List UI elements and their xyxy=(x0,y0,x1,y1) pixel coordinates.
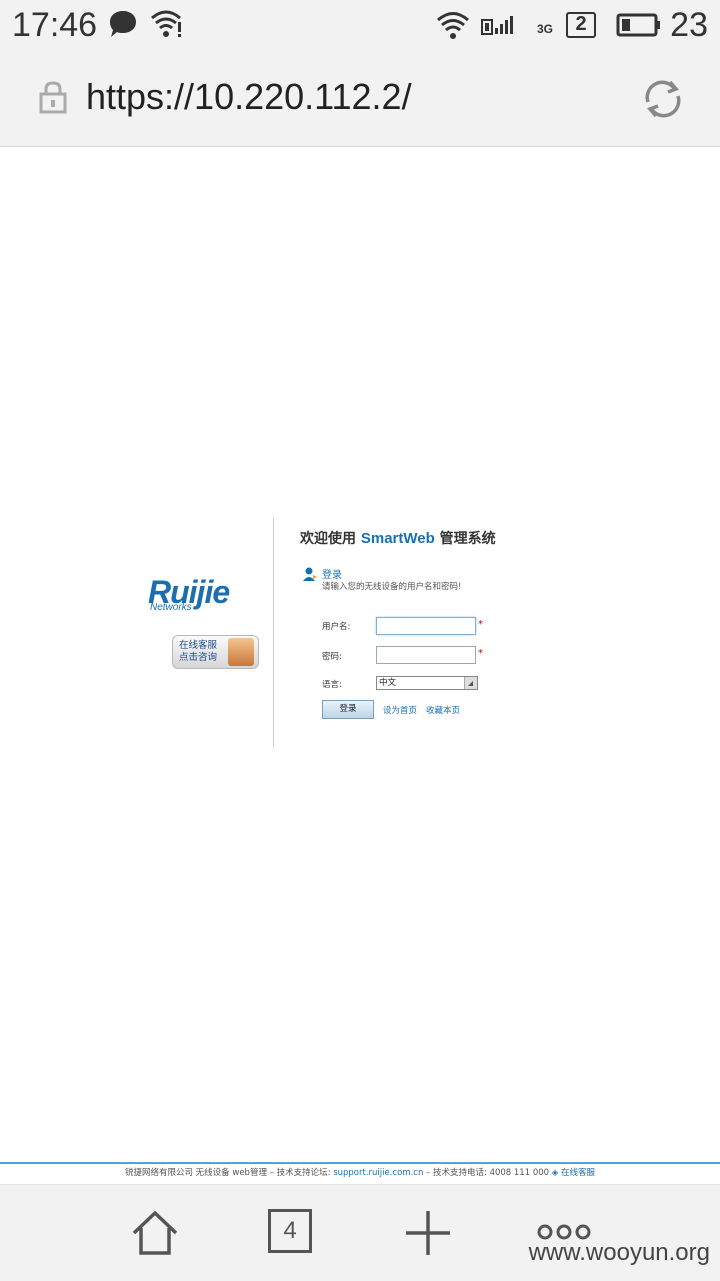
refresh-icon[interactable] xyxy=(640,76,686,122)
login-title: 登录 xyxy=(322,570,342,581)
network-type: 3G xyxy=(537,22,554,36)
new-tab-icon[interactable] xyxy=(404,1209,452,1257)
watermark: www.wooyun.org xyxy=(528,1239,710,1266)
online-service-label: 在线客服 点击咨询 xyxy=(179,640,217,664)
password-input[interactable] xyxy=(376,646,476,664)
logo-subtext: Networks xyxy=(150,602,192,613)
wifi-icon xyxy=(437,12,469,39)
page-title: 欢迎使用 SmartWeb 管理系统 xyxy=(300,528,496,548)
language-select[interactable]: 中文 xyxy=(376,676,478,690)
username-label: 用户名: xyxy=(322,622,351,632)
footer-online-service-link[interactable]: 在线客服 xyxy=(561,1168,595,1178)
status-time: 17:46 xyxy=(12,6,98,44)
title-brand: SmartWeb xyxy=(360,530,435,547)
username-input[interactable] xyxy=(376,617,476,635)
password-label: 密码: xyxy=(322,652,342,662)
sim-slot-number: 2 xyxy=(575,13,587,35)
service-avatar xyxy=(228,638,254,666)
user-icon xyxy=(303,567,317,581)
url-text[interactable]: https://10.220.112.2/ xyxy=(86,76,412,118)
service-line2: 点击咨询 xyxy=(179,652,218,663)
home-icon[interactable] xyxy=(130,1209,180,1257)
browser-bottom-nav: 4 www.wooyun.org xyxy=(0,1184,720,1281)
message-icon xyxy=(110,11,136,37)
page-footer: 锐捷网络有限公司 无线设备 web管理 – 技术支持论坛: support.ru… xyxy=(0,1166,720,1178)
status-bar: 17:46 3G 2 23 xyxy=(0,0,720,52)
footer-text: 锐捷网络有限公司 无线设备 web管理 – 技术支持论坛: xyxy=(124,1168,331,1178)
language-label: 语言: xyxy=(322,680,342,690)
service-line1: 在线客服 xyxy=(179,640,218,651)
language-selected-value: 中文 xyxy=(379,678,397,688)
ruijie-logo: Ruijie Networks xyxy=(148,574,263,618)
wifi-alert-icon xyxy=(151,10,181,37)
username-required-mark: * xyxy=(478,619,483,630)
address-bar[interactable]: https://10.220.112.2/ xyxy=(0,52,720,147)
dropdown-arrow-icon[interactable] xyxy=(464,677,477,689)
login-hint: 请输入您的无线设备的用户名和密码! xyxy=(322,582,462,592)
set-homepage-link[interactable]: 设为首页 xyxy=(383,704,417,716)
support-url-link[interactable]: support.ruijie.com.cn xyxy=(333,1168,423,1178)
battery-icon xyxy=(616,13,660,37)
password-required-mark: * xyxy=(478,648,483,659)
tab-count: 4 xyxy=(283,1217,297,1244)
title-prefix: 欢迎使用 xyxy=(300,531,356,547)
title-suffix: 管理系统 xyxy=(439,531,496,547)
battery-percent: 23 xyxy=(670,6,708,44)
bookmark-link[interactable]: 收藏本页 xyxy=(426,704,460,716)
vertical-divider xyxy=(273,518,274,748)
signal-icon xyxy=(481,16,513,35)
footer-phone: – 技术支持电话: 4008 111 000 xyxy=(426,1168,550,1178)
tabs-button[interactable]: 4 xyxy=(268,1209,312,1253)
chat-icon: ◈ xyxy=(551,1168,559,1178)
online-service-button[interactable]: 在线客服 点击咨询 xyxy=(172,635,259,669)
login-button[interactable]: 登录 xyxy=(322,700,374,719)
sim-slot-badge: 2 xyxy=(566,12,596,38)
lock-icon xyxy=(39,81,67,114)
footer-divider xyxy=(0,1162,720,1164)
